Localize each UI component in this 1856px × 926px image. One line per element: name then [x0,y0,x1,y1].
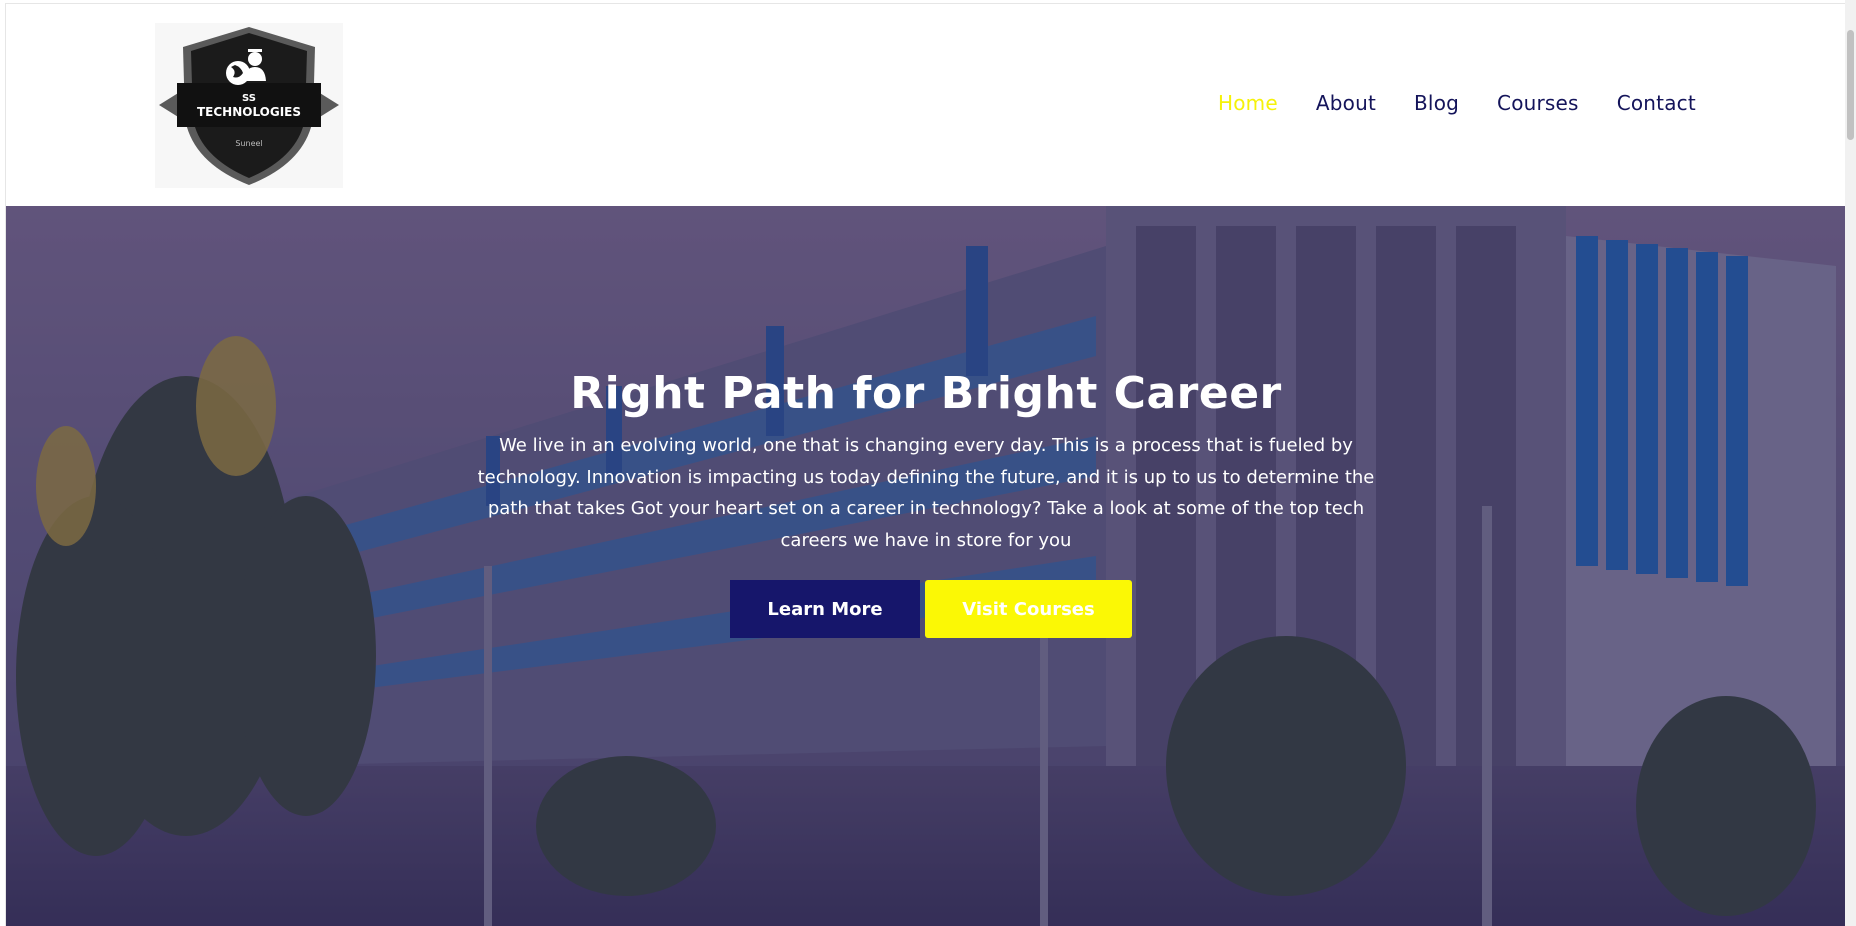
page: SS TECHNOLOGIES Suneel Home About Blog C… [5,3,1846,926]
nav-courses[interactable]: Courses [1497,91,1579,115]
main-nav: Home About Blog Courses Contact [1218,91,1734,115]
learn-more-button[interactable]: Learn More [730,580,920,638]
hero-description: We live in an evolving world, one that i… [477,435,1375,551]
scrollbar-thumb[interactable] [1847,30,1854,140]
visit-courses-button[interactable]: Visit Courses [925,580,1132,638]
hero-title: Right Path for Bright Career [570,368,1282,419]
nav-contact[interactable]: Contact [1617,91,1696,115]
nav-home[interactable]: Home [1218,91,1278,115]
nav-blog[interactable]: Blog [1414,91,1459,115]
logo-line1: SS [242,93,256,104]
site-header: SS TECHNOLOGIES Suneel Home About Blog C… [6,4,1846,206]
nav-about[interactable]: About [1316,91,1376,115]
hero-content: Right Path for Bright Career We live in … [6,206,1846,926]
page-scrollbar[interactable] [1845,0,1856,926]
site-logo[interactable]: SS TECHNOLOGIES Suneel [155,23,343,188]
logo-line3: Suneel [235,139,262,148]
shield-logo-icon: SS TECHNOLOGIES Suneel [159,27,339,185]
hero-section: Right Path for Bright Career We live in … [6,206,1846,926]
logo-line2: TECHNOLOGIES [197,105,301,119]
